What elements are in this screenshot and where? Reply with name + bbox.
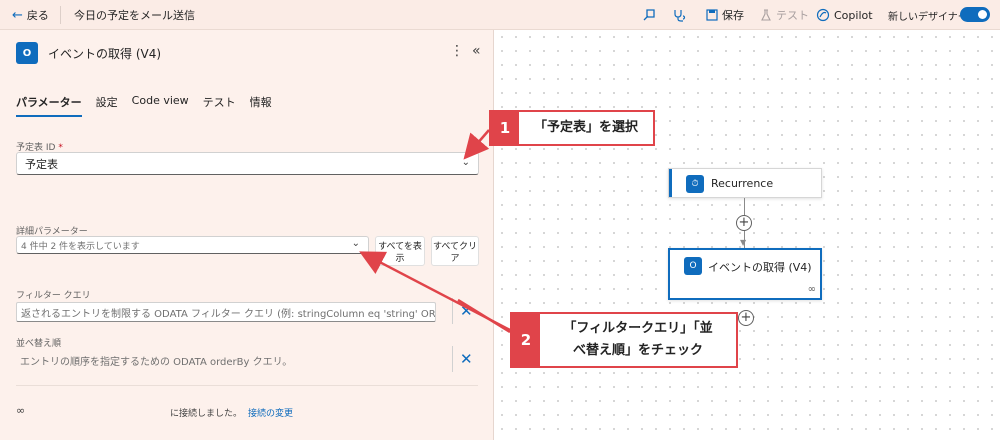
callout-2: 2 「フィルタークエリ」「並 べ替え順」をチェック (510, 312, 738, 368)
callout-1-number: 1 (491, 112, 519, 144)
callout-2-text-line-1: 「フィルタークエリ」「並 (563, 321, 713, 336)
callout-1: 1 「予定表」を選択 (489, 110, 655, 146)
callout-2-text: 「フィルタークエリ」「並 べ替え順」をチェック (540, 314, 736, 366)
callout-2-text-line-2: べ替え順」をチェック (572, 343, 703, 358)
callout-2-number: 2 (512, 314, 540, 366)
callout-arrows (359, 129, 511, 334)
callout-1-text: 「予定表」を選択 (533, 120, 638, 135)
callout-2-arrow-filter (457, 298, 511, 334)
callout-1-arrow (463, 129, 490, 160)
